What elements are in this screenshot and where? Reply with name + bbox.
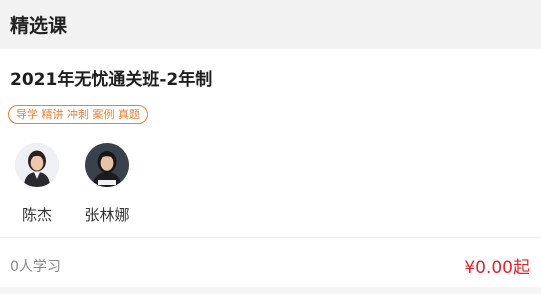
- course-tag: 导学 精讲 冲刺 案例 真题: [8, 105, 148, 124]
- teacher-avatar-icon: [85, 143, 129, 187]
- section-header: 精选课: [0, 0, 541, 49]
- divider: [0, 237, 541, 238]
- course-card[interactable]: 2021年无忧通关班-2年制 导学 精讲 冲刺 案例 真题 陈杰 张林娜 0人学…: [0, 49, 541, 287]
- teacher-item[interactable]: 陈杰: [5, 143, 69, 225]
- course-title[interactable]: 2021年无忧通关班-2年制: [10, 65, 212, 90]
- course-price: ¥0.00起: [464, 258, 530, 278]
- learner-count: 0人学习: [10, 259, 61, 275]
- section-title: 精选课: [10, 15, 68, 37]
- teacher-name: 张林娜: [84, 206, 130, 224]
- teacher-avatar-icon: [15, 143, 59, 187]
- teacher-name: 陈杰: [21, 206, 52, 224]
- teacher-item[interactable]: 张林娜: [75, 143, 139, 225]
